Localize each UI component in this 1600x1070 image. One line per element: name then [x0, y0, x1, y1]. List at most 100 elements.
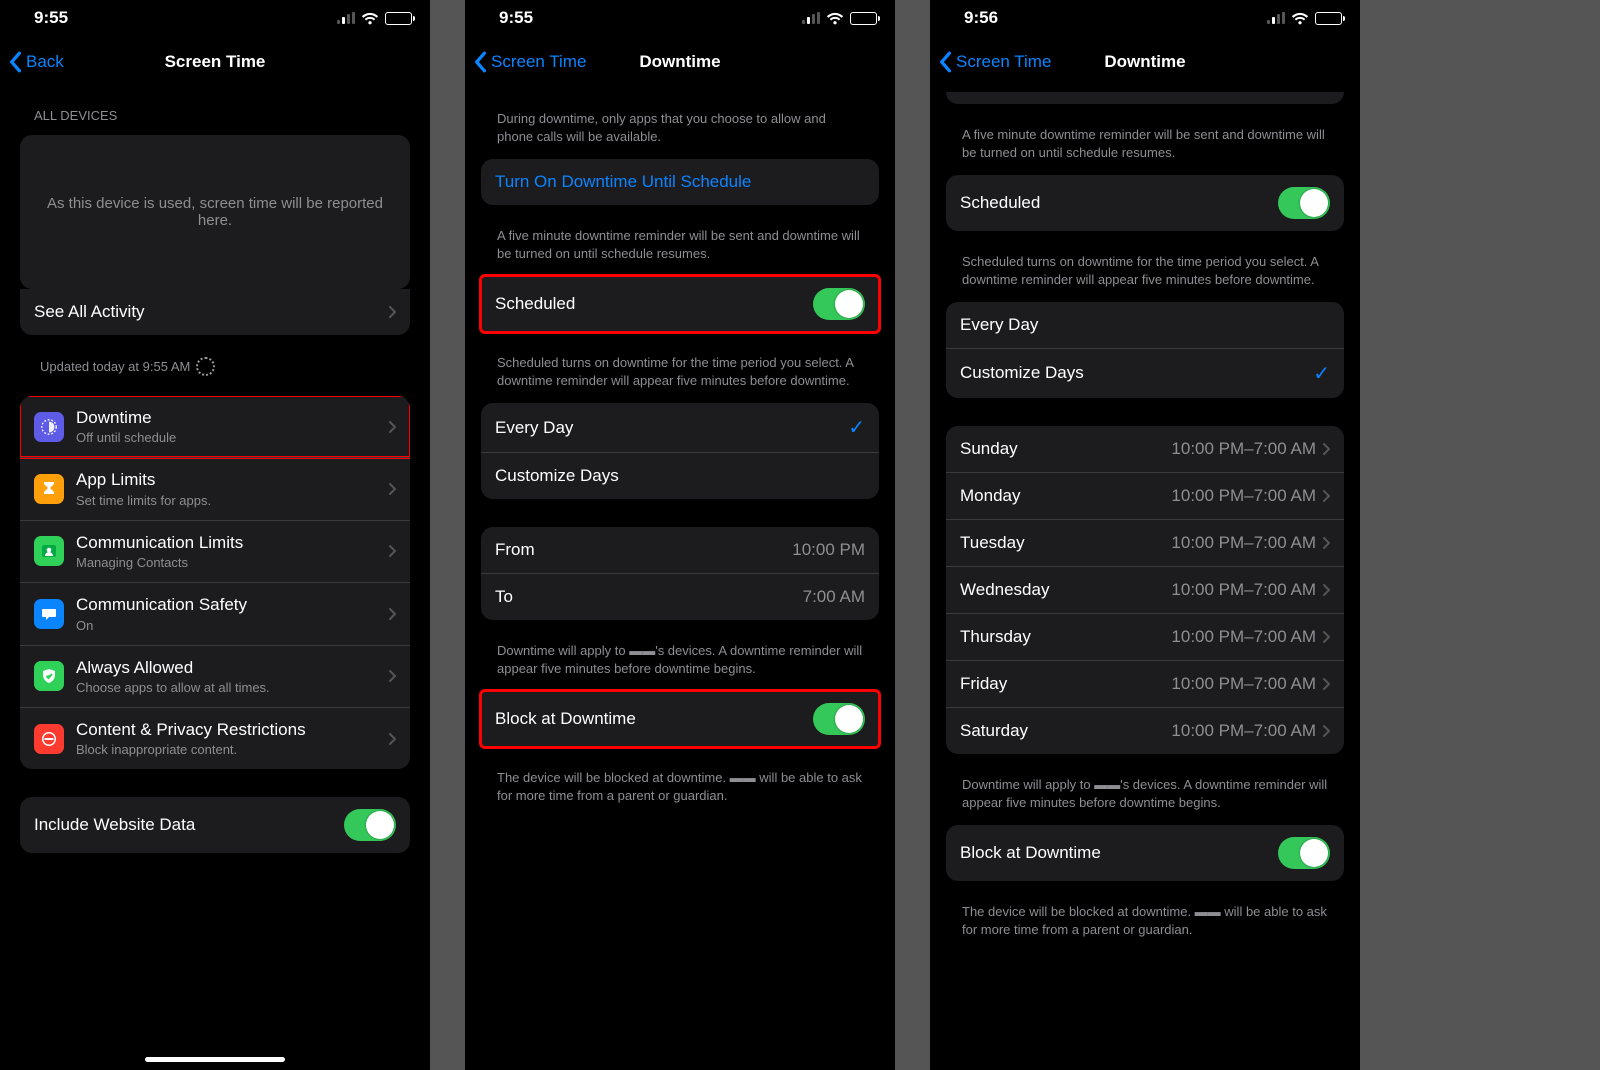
from-value: 10:00 PM — [792, 540, 865, 560]
chevron-right-icon — [1322, 536, 1330, 550]
checkmark-icon: ✓ — [848, 415, 865, 440]
customize-days-row[interactable]: Customize Days — [481, 452, 879, 499]
battery-icon — [385, 12, 412, 25]
contact-icon — [34, 536, 64, 566]
chevron-right-icon — [388, 669, 396, 683]
speech-bubble-icon — [34, 599, 64, 629]
scheduled-toggle[interactable] — [813, 288, 865, 320]
chevron-right-icon — [1322, 442, 1330, 456]
nav-header: Screen Time Downtime — [465, 32, 895, 92]
scheduled-row[interactable]: Scheduled — [481, 276, 879, 332]
chevron-right-icon — [388, 420, 396, 434]
status-bar: 9:56 — [930, 0, 1360, 32]
chevron-right-icon — [1322, 677, 1330, 691]
check-shield-icon — [34, 661, 64, 691]
include-website-data-row[interactable]: Include Website Data — [20, 797, 410, 853]
chevron-left-icon — [938, 51, 952, 73]
chevron-left-icon — [8, 51, 22, 73]
chevron-right-icon — [388, 544, 396, 558]
day-times: 10:00 PM–7:00 AM — [1171, 627, 1316, 647]
turn-on-note: A five minute downtime reminder will be … — [930, 118, 1360, 175]
app-limits-row[interactable]: App LimitsSet time limits for apps. — [20, 457, 410, 519]
every-day-row[interactable]: Every Day — [946, 302, 1344, 348]
day-times: 10:00 PM–7:00 AM — [1171, 580, 1316, 600]
chevron-right-icon — [388, 482, 396, 496]
day-times: 10:00 PM–7:00 AM — [1171, 674, 1316, 694]
customize-days-row[interactable]: Customize Days ✓ — [946, 348, 1344, 398]
block-note: The device will be blocked at downtime. … — [465, 761, 895, 818]
devices-note: Downtime will apply to ▬▬'s devices. A d… — [465, 634, 895, 691]
scheduled-row[interactable]: Scheduled — [946, 175, 1344, 231]
spinner-icon — [196, 357, 215, 376]
nav-header: Back Screen Time — [0, 32, 430, 92]
back-button[interactable]: Screen Time — [465, 51, 586, 73]
status-bar: 9:55 — [0, 0, 430, 32]
content-privacy-row[interactable]: Content & Privacy RestrictionsBlock inap… — [20, 707, 410, 769]
to-row[interactable]: To 7:00 AM — [481, 573, 879, 620]
screenshot-downtime-customize: 9:56 Screen Time Downtime Turn On Downti… — [930, 0, 1360, 1070]
chevron-right-icon — [1322, 489, 1330, 503]
intro-text: During downtime, only apps that you choo… — [465, 90, 895, 159]
day-times: 10:00 PM–7:00 AM — [1171, 439, 1316, 459]
day-row[interactable]: Friday10:00 PM–7:00 AM — [946, 660, 1344, 707]
downtime-row[interactable]: DowntimeOff until schedule — [20, 396, 410, 457]
hourglass-icon — [34, 474, 64, 504]
communication-limits-row[interactable]: Communication LimitsManaging Contacts — [20, 520, 410, 582]
include-website-data-toggle[interactable] — [344, 809, 396, 841]
wifi-icon — [361, 12, 379, 25]
scheduled-note: Scheduled turns on downtime for the time… — [930, 245, 1360, 302]
battery-icon — [1315, 12, 1342, 25]
nav-header: Screen Time Downtime — [930, 32, 1360, 92]
chevron-right-icon — [388, 305, 396, 319]
to-value: 7:00 AM — [803, 587, 865, 607]
back-button[interactable]: Back — [0, 51, 64, 73]
day-row[interactable]: Thursday10:00 PM–7:00 AM — [946, 613, 1344, 660]
block-at-downtime-row[interactable]: Block at Downtime — [946, 825, 1344, 881]
devices-note: Downtime will apply to ▬▬'s devices. A d… — [930, 768, 1360, 825]
wifi-icon — [1291, 12, 1309, 25]
block-toggle[interactable] — [1278, 837, 1330, 869]
block-at-downtime-row[interactable]: Block at Downtime — [481, 691, 879, 747]
downtime-icon — [34, 412, 64, 442]
every-day-row[interactable]: Every Day ✓ — [481, 403, 879, 452]
day-row[interactable]: Tuesday10:00 PM–7:00 AM — [946, 519, 1344, 566]
chevron-right-icon — [1322, 724, 1330, 738]
day-row[interactable]: Monday10:00 PM–7:00 AM — [946, 472, 1344, 519]
chevron-right-icon — [388, 607, 396, 621]
chevron-right-icon — [1322, 583, 1330, 597]
day-times: 10:00 PM–7:00 AM — [1171, 721, 1316, 741]
battery-icon — [850, 12, 877, 25]
wifi-icon — [826, 12, 844, 25]
page-title: Screen Time — [0, 52, 430, 72]
clock: 9:55 — [34, 8, 68, 28]
checkmark-icon: ✓ — [1313, 361, 1330, 386]
all-devices-header: ALL DEVICES — [0, 90, 430, 131]
day-row[interactable]: Sunday10:00 PM–7:00 AM — [946, 426, 1344, 472]
chevron-right-icon — [1322, 630, 1330, 644]
turn-on-downtime-button[interactable]: Turn On Downtime Until Schedule — [481, 159, 879, 205]
block-toggle[interactable] — [813, 703, 865, 735]
day-row[interactable]: Saturday10:00 PM–7:00 AM — [946, 707, 1344, 754]
status-bar: 9:55 — [465, 0, 895, 32]
cellular-icon — [802, 12, 820, 24]
communication-safety-row[interactable]: Communication SafetyOn — [20, 582, 410, 644]
home-indicator[interactable] — [145, 1057, 285, 1062]
usage-placeholder-card: As this device is used, screen time will… — [20, 135, 410, 289]
cellular-icon — [337, 12, 355, 24]
see-all-activity-row[interactable]: See All Activity — [20, 289, 410, 335]
no-entry-icon — [34, 724, 64, 754]
day-row[interactable]: Wednesday10:00 PM–7:00 AM — [946, 566, 1344, 613]
back-button[interactable]: Screen Time — [930, 51, 1051, 73]
turn-on-note: A five minute downtime reminder will be … — [465, 219, 895, 276]
day-times: 10:00 PM–7:00 AM — [1171, 533, 1316, 553]
updated-label: Updated today at 9:55 AM — [0, 349, 430, 382]
chevron-right-icon — [388, 732, 396, 746]
chevron-left-icon — [473, 51, 487, 73]
turn-on-downtime-button[interactable]: Turn On Downtime Until Schedule — [946, 90, 1344, 104]
scheduled-toggle[interactable] — [1278, 187, 1330, 219]
scheduled-note: Scheduled turns on downtime for the time… — [465, 346, 895, 403]
day-times: 10:00 PM–7:00 AM — [1171, 486, 1316, 506]
from-row[interactable]: From 10:00 PM — [481, 527, 879, 573]
always-allowed-row[interactable]: Always AllowedChoose apps to allow at al… — [20, 645, 410, 707]
clock: 9:56 — [964, 8, 998, 28]
